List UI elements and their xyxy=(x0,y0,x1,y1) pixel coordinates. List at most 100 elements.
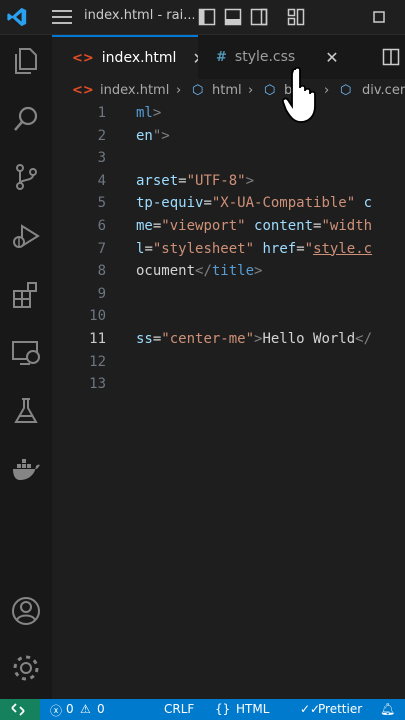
code-token: c xyxy=(363,195,373,212)
code-token: content xyxy=(254,218,314,234)
line-number: 4 xyxy=(97,172,106,189)
code-token: </ xyxy=(195,263,212,280)
line-number: 13 xyxy=(89,376,106,393)
search-icon[interactable] xyxy=(10,103,42,135)
chevron-right-icon: › xyxy=(176,83,182,98)
line-number: 7 xyxy=(97,240,106,257)
code-token: "width xyxy=(321,218,373,234)
code-token: en xyxy=(136,127,153,144)
tab-label: style.css xyxy=(234,49,296,65)
title-bar: index.html - rai... xyxy=(0,0,405,35)
line-number: 1 xyxy=(97,105,106,121)
code-line: tp-equiv="X-UA-Compatible" c xyxy=(136,195,372,211)
code-token: href xyxy=(262,240,297,257)
breadcrumb: <> index.html › ⬡ html › ⬡ bo › ⬡ div.ce… xyxy=(52,79,405,103)
tab-label: index.html xyxy=(101,50,177,66)
code-line: me="viewport" content="width xyxy=(136,218,372,234)
code-token: > xyxy=(254,263,263,280)
breadcrumb-item-div[interactable]: div.cer xyxy=(362,83,405,98)
maximize-icon[interactable] xyxy=(370,8,388,26)
code-line: arset="UTF-8"> xyxy=(136,173,254,189)
split-editor-icon[interactable] xyxy=(382,48,400,66)
tab-index-html[interactable]: <> index.html ✕ xyxy=(52,35,206,79)
remote-explorer-icon[interactable] xyxy=(10,337,42,369)
code-token: " xyxy=(304,240,314,257)
code-line: l="stylesheet" href="style.c xyxy=(136,241,372,257)
html-file-icon: <> xyxy=(72,83,94,98)
menu-icon[interactable] xyxy=(52,9,72,25)
breadcrumb-item-file[interactable]: index.html xyxy=(100,83,169,98)
notifications-icon[interactable]: 🔔︎ xyxy=(380,702,395,716)
code-token: title xyxy=(211,263,255,280)
extensions-icon[interactable] xyxy=(10,279,42,311)
code-token: = xyxy=(178,172,187,189)
code-token: "UTF-8" xyxy=(186,172,246,189)
language-mode[interactable]: HTML xyxy=(236,702,269,716)
element-icon: ⬡ xyxy=(192,83,204,98)
code-token: = xyxy=(144,240,153,257)
run-debug-icon[interactable] xyxy=(10,220,42,252)
close-icon[interactable]: ✕ xyxy=(325,48,338,67)
code-line: ocument</title> xyxy=(136,263,262,279)
docker-icon[interactable] xyxy=(10,453,42,485)
testing-icon[interactable] xyxy=(10,395,42,427)
warning-icon: ⚠ xyxy=(80,702,91,716)
remote-indicator[interactable] xyxy=(0,699,40,720)
toggle-secondary-sidebar-icon[interactable] xyxy=(250,8,268,26)
line-ending[interactable]: CRLF xyxy=(164,702,194,716)
line-number: 6 xyxy=(97,218,106,234)
line-number: 11 xyxy=(89,331,106,347)
accounts-icon[interactable] xyxy=(10,595,42,627)
code-token: ss xyxy=(136,331,153,347)
html-file-icon: <> xyxy=(72,50,94,66)
code-token: "> xyxy=(152,127,170,144)
code-token: </ xyxy=(355,331,373,347)
window-title: index.html - rai... xyxy=(84,8,194,23)
line-number: 2 xyxy=(97,127,106,144)
source-control-icon[interactable] xyxy=(10,161,42,193)
code-line: ss="center-me">Hello World</ xyxy=(136,331,372,347)
code-token: ml xyxy=(136,105,153,121)
chevron-right-icon: › xyxy=(248,83,254,98)
line-number: 3 xyxy=(97,150,106,167)
element-icon: ⬡ xyxy=(264,83,276,98)
line-number: 10 xyxy=(89,308,106,325)
explorer-icon[interactable] xyxy=(10,45,42,77)
code-token: me xyxy=(136,218,153,234)
line-number: 9 xyxy=(97,285,106,302)
code-token: "center-me" xyxy=(161,331,255,347)
code-token: = xyxy=(203,195,212,212)
code-token: "X-UA-Compatible" xyxy=(211,195,356,212)
vscode-logo-icon xyxy=(7,7,27,27)
code-token: "viewport" xyxy=(161,218,246,234)
code-token: "stylesheet" xyxy=(152,240,255,257)
breadcrumb-item-html[interactable]: html xyxy=(212,83,242,98)
code-line: ml> xyxy=(136,105,161,121)
code-token: style.c xyxy=(313,240,373,257)
code-token: = xyxy=(296,240,305,257)
code-token: tp-equiv xyxy=(136,195,204,212)
warning-count[interactable]: 0 xyxy=(97,702,105,716)
prettier-status[interactable]: Prettier xyxy=(318,702,362,716)
settings-gear-icon[interactable] xyxy=(10,652,42,684)
error-count[interactable]: 0 xyxy=(66,702,74,716)
code-token: arset xyxy=(136,172,179,189)
element-icon: ⬡ xyxy=(340,83,352,98)
customize-layout-icon[interactable] xyxy=(287,8,305,26)
code-line: en"> xyxy=(136,128,170,144)
editor-tabs: <> index.html ✕ # style.css ✕ xyxy=(52,35,405,79)
css-file-icon: # xyxy=(216,49,227,65)
line-number: 8 xyxy=(97,263,106,280)
error-icon: ⓧ xyxy=(50,704,63,718)
toggle-panel-icon[interactable] xyxy=(224,8,242,26)
remote-icon xyxy=(11,703,25,716)
code-token: Hello World xyxy=(262,331,356,347)
activity-bar xyxy=(0,35,52,699)
status-bar: ⓧ 0 ⚠ 0 CRLF {} HTML ✓✓ Prettier 🔔︎ xyxy=(0,699,405,720)
code-editor[interactable]: 1 ml> 2 en"> 3 4 arset="UTF-8"> 5 tp-equiv="X-UA… xyxy=(52,103,405,699)
toggle-sidebar-icon[interactable] xyxy=(198,8,216,26)
window-controls-separator xyxy=(318,0,319,34)
line-number: 12 xyxy=(89,353,106,370)
